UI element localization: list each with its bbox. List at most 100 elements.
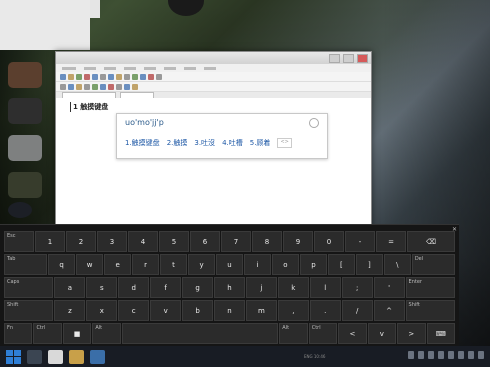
key-w[interactable]: w bbox=[76, 254, 104, 275]
toolbar-icon[interactable] bbox=[76, 83, 82, 90]
tray-icon[interactable] bbox=[478, 351, 484, 359]
key-fn[interactable]: Fn bbox=[4, 323, 33, 344]
key-symbol[interactable]: ⌫ bbox=[407, 231, 455, 252]
key-alt[interactable]: Alt bbox=[279, 323, 308, 344]
key-caps[interactable]: Caps bbox=[4, 277, 54, 298]
ime-candidate[interactable]: 4.吐槽 bbox=[222, 138, 243, 148]
key-symbol[interactable]: ; bbox=[341, 277, 373, 298]
menu-item[interactable] bbox=[84, 67, 96, 70]
key-s[interactable]: s bbox=[86, 277, 118, 298]
key-symbol[interactable]: > bbox=[397, 323, 426, 344]
key-i[interactable]: i bbox=[243, 254, 271, 275]
toolbar-icon[interactable] bbox=[84, 73, 90, 80]
key-j[interactable]: j bbox=[245, 277, 277, 298]
ime-more-button[interactable]: <> bbox=[277, 138, 292, 148]
key-ctrl[interactable]: Ctrl bbox=[308, 323, 338, 344]
key-r[interactable]: r bbox=[132, 254, 160, 275]
key-z[interactable]: z bbox=[54, 300, 86, 321]
editor-titlebar[interactable] bbox=[56, 52, 371, 64]
key-q[interactable]: q bbox=[48, 254, 76, 275]
key-x[interactable]: x bbox=[86, 300, 118, 321]
key-symbol[interactable]: ] bbox=[355, 254, 383, 275]
key-symbol[interactable]: / bbox=[341, 300, 373, 321]
key-symbol[interactable]: ^ bbox=[373, 300, 405, 321]
taskbar-app-icon[interactable] bbox=[69, 349, 84, 364]
key-n[interactable]: n bbox=[214, 300, 245, 321]
toolbar-icon[interactable] bbox=[92, 73, 98, 80]
tray-icon[interactable] bbox=[408, 351, 414, 359]
key-1[interactable]: 1 bbox=[35, 231, 65, 252]
key-9[interactable]: 9 bbox=[283, 231, 313, 252]
menu-item[interactable] bbox=[204, 67, 216, 70]
toolbar-icon[interactable] bbox=[108, 73, 114, 80]
key-shift[interactable]: Shift bbox=[4, 300, 54, 321]
key-symbol[interactable]: [ bbox=[327, 254, 355, 275]
key-l[interactable]: l bbox=[309, 277, 341, 298]
key-o[interactable]: o bbox=[271, 254, 299, 275]
key-a[interactable]: a bbox=[54, 277, 86, 298]
ime-candidate[interactable]: 1.触摸键盘 bbox=[125, 138, 160, 148]
close-button[interactable] bbox=[357, 54, 368, 63]
toolbar-icon[interactable] bbox=[100, 83, 106, 90]
toolbar-icon[interactable] bbox=[76, 73, 82, 80]
key-6[interactable]: 6 bbox=[190, 231, 220, 252]
key-t[interactable]: t bbox=[160, 254, 188, 275]
tray-icon[interactable] bbox=[418, 351, 424, 359]
key-symbol[interactable]: \ bbox=[383, 254, 411, 275]
key-del[interactable]: Del bbox=[411, 254, 455, 275]
taskbar-app-icon[interactable] bbox=[90, 349, 105, 364]
key-symbol[interactable]: < bbox=[338, 323, 367, 344]
key-v[interactable]: v bbox=[367, 323, 397, 344]
menu-item[interactable] bbox=[184, 67, 196, 70]
toolbar-icon[interactable] bbox=[132, 83, 138, 90]
ime-candidate[interactable]: 2.触摸 bbox=[167, 138, 188, 148]
desktop-app-icon[interactable] bbox=[8, 202, 32, 218]
tray-icon[interactable] bbox=[458, 351, 464, 359]
tray-icon[interactable] bbox=[468, 351, 474, 359]
toolbar-icon[interactable] bbox=[108, 83, 114, 90]
desktop-app-icon[interactable] bbox=[8, 98, 42, 124]
key-8[interactable]: 8 bbox=[252, 231, 282, 252]
key-v[interactable]: v bbox=[150, 300, 182, 321]
key-shift[interactable]: Shift bbox=[405, 300, 455, 321]
toolbar-icon[interactable] bbox=[60, 73, 66, 80]
key-e[interactable]: e bbox=[104, 254, 132, 275]
maximize-button[interactable] bbox=[343, 54, 354, 63]
key-f[interactable]: f bbox=[150, 277, 182, 298]
toolbar-icon[interactable] bbox=[100, 73, 106, 80]
tray-icon[interactable] bbox=[438, 351, 444, 359]
toolbar-icon[interactable] bbox=[148, 73, 154, 80]
key-symbol[interactable]: = bbox=[376, 231, 406, 252]
key-c[interactable]: c bbox=[118, 300, 150, 321]
toolbar-icon[interactable] bbox=[156, 73, 162, 80]
editor-window[interactable]: 1 触摸键盘 uo'mo'jj'p 1.触摸键盘 2.触摸 3.吐沒 4.吐槽 … bbox=[55, 51, 372, 243]
key-2[interactable]: 2 bbox=[66, 231, 96, 252]
toolbar-icon[interactable] bbox=[68, 83, 74, 90]
toolbar-icon[interactable] bbox=[92, 83, 98, 90]
start-button[interactable] bbox=[6, 349, 21, 364]
desktop-app-icon[interactable] bbox=[8, 135, 42, 161]
tray-clock[interactable]: ENG 10:46 bbox=[304, 354, 325, 359]
key-tab[interactable]: Tab bbox=[4, 254, 48, 275]
document-area[interactable]: 1 触摸键盘 uo'mo'jj'p 1.触摸键盘 2.触摸 3.吐沒 4.吐槽 … bbox=[56, 98, 371, 242]
key-d[interactable]: d bbox=[118, 277, 150, 298]
taskbar-app-icon[interactable] bbox=[27, 349, 42, 364]
key-symbol[interactable]: - bbox=[345, 231, 375, 252]
key-h[interactable]: h bbox=[214, 277, 245, 298]
ime-candidate[interactable]: 3.吐沒 bbox=[194, 138, 215, 148]
key-alt[interactable]: Alt bbox=[92, 323, 121, 344]
tray-icon[interactable] bbox=[428, 351, 434, 359]
key-p[interactable]: p bbox=[299, 254, 327, 275]
minimize-button[interactable] bbox=[329, 54, 340, 63]
menu-item[interactable] bbox=[164, 67, 176, 70]
key-4[interactable]: 4 bbox=[128, 231, 158, 252]
key-b[interactable]: b bbox=[182, 300, 214, 321]
menu-item[interactable] bbox=[62, 67, 76, 70]
key-m[interactable]: m bbox=[245, 300, 277, 321]
key-7[interactable]: 7 bbox=[221, 231, 251, 252]
key-ctrl[interactable]: Ctrl bbox=[33, 323, 62, 344]
menu-item[interactable] bbox=[104, 67, 116, 70]
key-y[interactable]: y bbox=[188, 254, 215, 275]
toolbar-icon[interactable] bbox=[116, 83, 122, 90]
toolbar-icon[interactable] bbox=[132, 73, 138, 80]
